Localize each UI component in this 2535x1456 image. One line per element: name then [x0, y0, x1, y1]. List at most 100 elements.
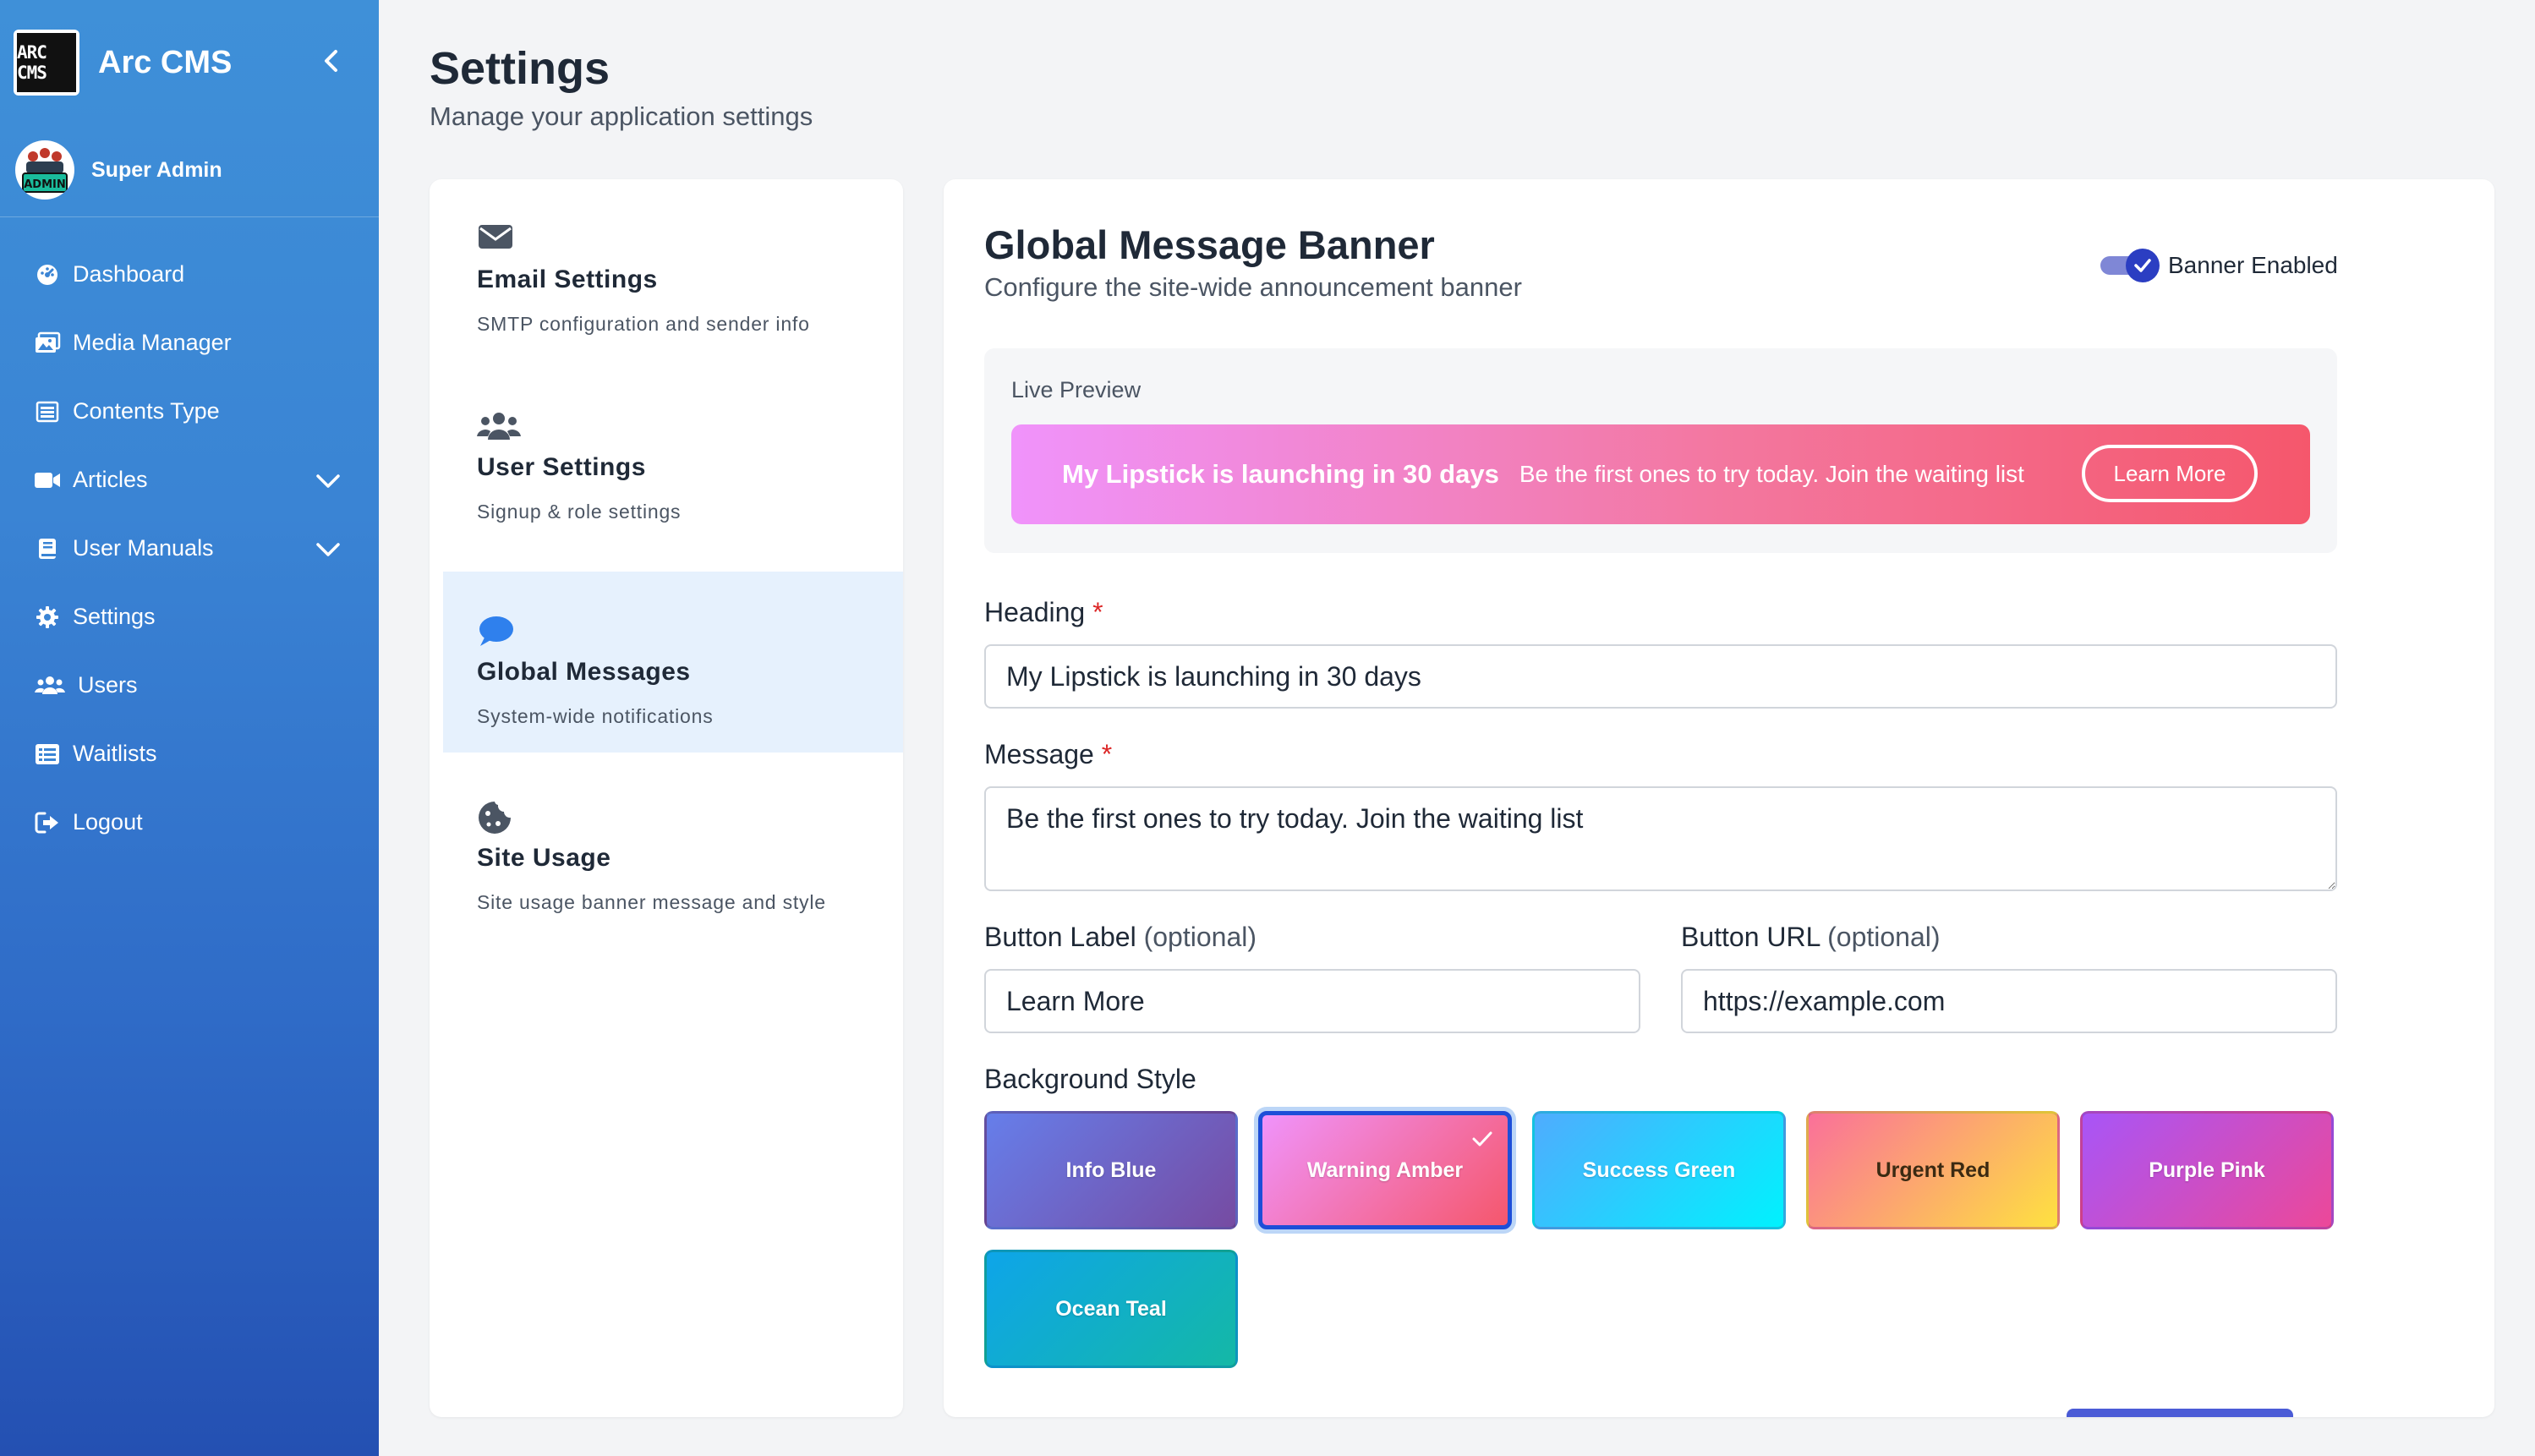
avatar-text: ADMIN: [24, 178, 66, 191]
settings-menu: Email Settings SMTP configuration and se…: [430, 179, 903, 1417]
preview-learn-more-button[interactable]: Learn More: [2082, 445, 2258, 502]
page-title: Settings: [430, 43, 610, 94]
button-label-input[interactable]: [984, 969, 1640, 1033]
sidebar-item-label: Dashboard: [73, 261, 185, 287]
sidebar: ARC CMS Arc CMS ADMIN Super Admin Dashbo…: [0, 0, 379, 1456]
brand-logo-text: ARC CMS: [17, 33, 76, 92]
sidebar-item-label: Settings: [73, 604, 156, 629]
style-option-urgent-red[interactable]: Urgent Red: [1806, 1111, 2060, 1229]
settings-menu-site-usage[interactable]: Site Usage Site usage banner message and…: [443, 758, 903, 939]
style-option-label: Urgent Red: [1875, 1158, 1990, 1182]
style-option-label: Warning Amber: [1306, 1158, 1464, 1182]
chat-bubble-icon: [477, 614, 517, 649]
check-icon: [1472, 1131, 1492, 1147]
style-option-label: Success Green: [1582, 1158, 1736, 1182]
preview-heading: My Lipstick is launching in 30 days: [1062, 459, 1499, 489]
optional-hint: (optional): [1143, 922, 1257, 952]
book-icon: [34, 535, 61, 562]
sidebar-divider: [0, 216, 379, 217]
sidebar-item-label: Users: [78, 672, 138, 698]
style-option-success-green[interactable]: Success Green: [1532, 1111, 1786, 1229]
gear-icon: [34, 604, 61, 631]
sidebar-item-label: Logout: [73, 809, 143, 835]
sidebar-item-dashboard[interactable]: Dashboard: [0, 240, 379, 309]
cookie-icon: [477, 800, 517, 835]
admin-avatar-icon: ADMIN: [22, 148, 68, 193]
toggle-label: Banner Enabled: [2168, 252, 2338, 278]
button-label-label: Button Label (optional): [984, 922, 1257, 953]
table-list-icon: [34, 741, 61, 768]
sidebar-item-articles[interactable]: Articles: [0, 446, 379, 514]
button-url-label-text: Button URL: [1681, 922, 1820, 952]
sidebar-item-label: User Manuals: [73, 535, 214, 561]
button-url-input[interactable]: [1681, 969, 2337, 1033]
brand[interactable]: ARC CMS Arc CMS: [14, 29, 232, 96]
heading-label: Heading *: [984, 597, 1103, 628]
check-icon: [2134, 259, 2151, 272]
sidebar-item-label: Articles: [73, 467, 148, 492]
panel-subtitle: Configure the site-wide announcement ban…: [984, 272, 1522, 302]
sidebar-item-user-manuals[interactable]: User Manuals: [0, 514, 379, 583]
settings-menu-title: Email Settings: [477, 265, 658, 293]
global-message-panel: Global Message Banner Configure the site…: [944, 179, 2494, 1417]
settings-menu-global-messages[interactable]: Global Messages System-wide notification…: [443, 572, 903, 753]
sidebar-item-contents-type[interactable]: Contents Type: [0, 377, 379, 446]
users-icon: [477, 409, 521, 445]
background-style-label: Background Style: [984, 1064, 1196, 1094]
settings-menu-desc: SMTP configuration and sender info: [477, 313, 810, 335]
settings-menu-title: User Settings: [477, 453, 646, 481]
dashboard-icon: [34, 261, 61, 288]
panel-title: Global Message Banner: [984, 222, 1435, 267]
save-button[interactable]: [2067, 1409, 2293, 1417]
style-option-warning-amber[interactable]: Warning Amber: [1258, 1111, 1512, 1229]
heading-input[interactable]: [984, 644, 2337, 709]
button-label-label-text: Button Label: [984, 922, 1136, 952]
style-option-label: Info Blue: [1065, 1158, 1157, 1182]
style-option-label: Ocean Teal: [1055, 1296, 1167, 1321]
toggle-switch[interactable]: [2097, 249, 2160, 282]
banner-enabled-toggle[interactable]: Banner Enabled: [2097, 249, 2338, 282]
style-option-purple-pink[interactable]: Purple Pink: [2080, 1111, 2334, 1229]
avatar: ADMIN: [15, 140, 74, 200]
sidebar-nav: Dashboard Media Manager Contents Type Ar…: [0, 240, 379, 857]
video-icon: [34, 467, 61, 494]
live-preview: Live Preview My Lipstick is launching in…: [984, 348, 2337, 553]
list-icon: [34, 398, 61, 425]
optional-hint: (optional): [1827, 922, 1941, 952]
brand-name: Arc CMS: [98, 44, 233, 80]
envelope-icon: [477, 222, 517, 257]
heading-label-text: Heading: [984, 597, 1086, 627]
sidebar-item-media-manager[interactable]: Media Manager: [0, 309, 379, 377]
sidebar-item-label: Waitlists: [73, 741, 157, 766]
settings-menu-title: Global Messages: [477, 658, 691, 686]
settings-menu-user[interactable]: User Settings Signup & role settings: [443, 367, 903, 548]
sidebar-item-label: Contents Type: [73, 398, 220, 424]
button-url-label: Button URL (optional): [1681, 922, 1941, 953]
collapse-sidebar-button[interactable]: [315, 44, 348, 78]
style-option-ocean-teal[interactable]: Ocean Teal: [984, 1250, 1238, 1368]
sidebar-item-label: Media Manager: [73, 330, 232, 355]
style-option-label: Purple Pink: [2149, 1158, 2265, 1182]
user-profile[interactable]: ADMIN Super Admin: [15, 140, 222, 200]
user-name: Super Admin: [91, 157, 222, 182]
chevron-down-icon: [316, 474, 340, 488]
logout-icon: [34, 809, 61, 836]
preview-banner: My Lipstick is launching in 30 days Be t…: [1011, 424, 2310, 524]
preview-label: Live Preview: [1011, 377, 1142, 402]
sidebar-item-settings[interactable]: Settings: [0, 583, 379, 651]
sidebar-item-logout[interactable]: Logout: [0, 788, 379, 857]
settings-menu-email[interactable]: Email Settings SMTP configuration and se…: [443, 179, 903, 360]
chevron-left-icon: [325, 50, 337, 72]
image-icon: [34, 330, 61, 357]
message-label-text: Message: [984, 739, 1094, 769]
page-subtitle: Manage your application settings: [430, 101, 813, 131]
sidebar-item-users[interactable]: Users: [0, 651, 379, 720]
style-option-info-blue[interactable]: Info Blue: [984, 1111, 1238, 1229]
settings-menu-desc: Signup & role settings: [477, 501, 682, 523]
sidebar-item-waitlists[interactable]: Waitlists: [0, 720, 379, 788]
chevron-down-icon: [316, 543, 340, 556]
required-mark: *: [1101, 739, 1113, 769]
users-icon: [34, 672, 66, 699]
message-label: Message *: [984, 739, 1112, 770]
message-textarea[interactable]: Be the first ones to try today. Join the…: [984, 786, 2337, 891]
